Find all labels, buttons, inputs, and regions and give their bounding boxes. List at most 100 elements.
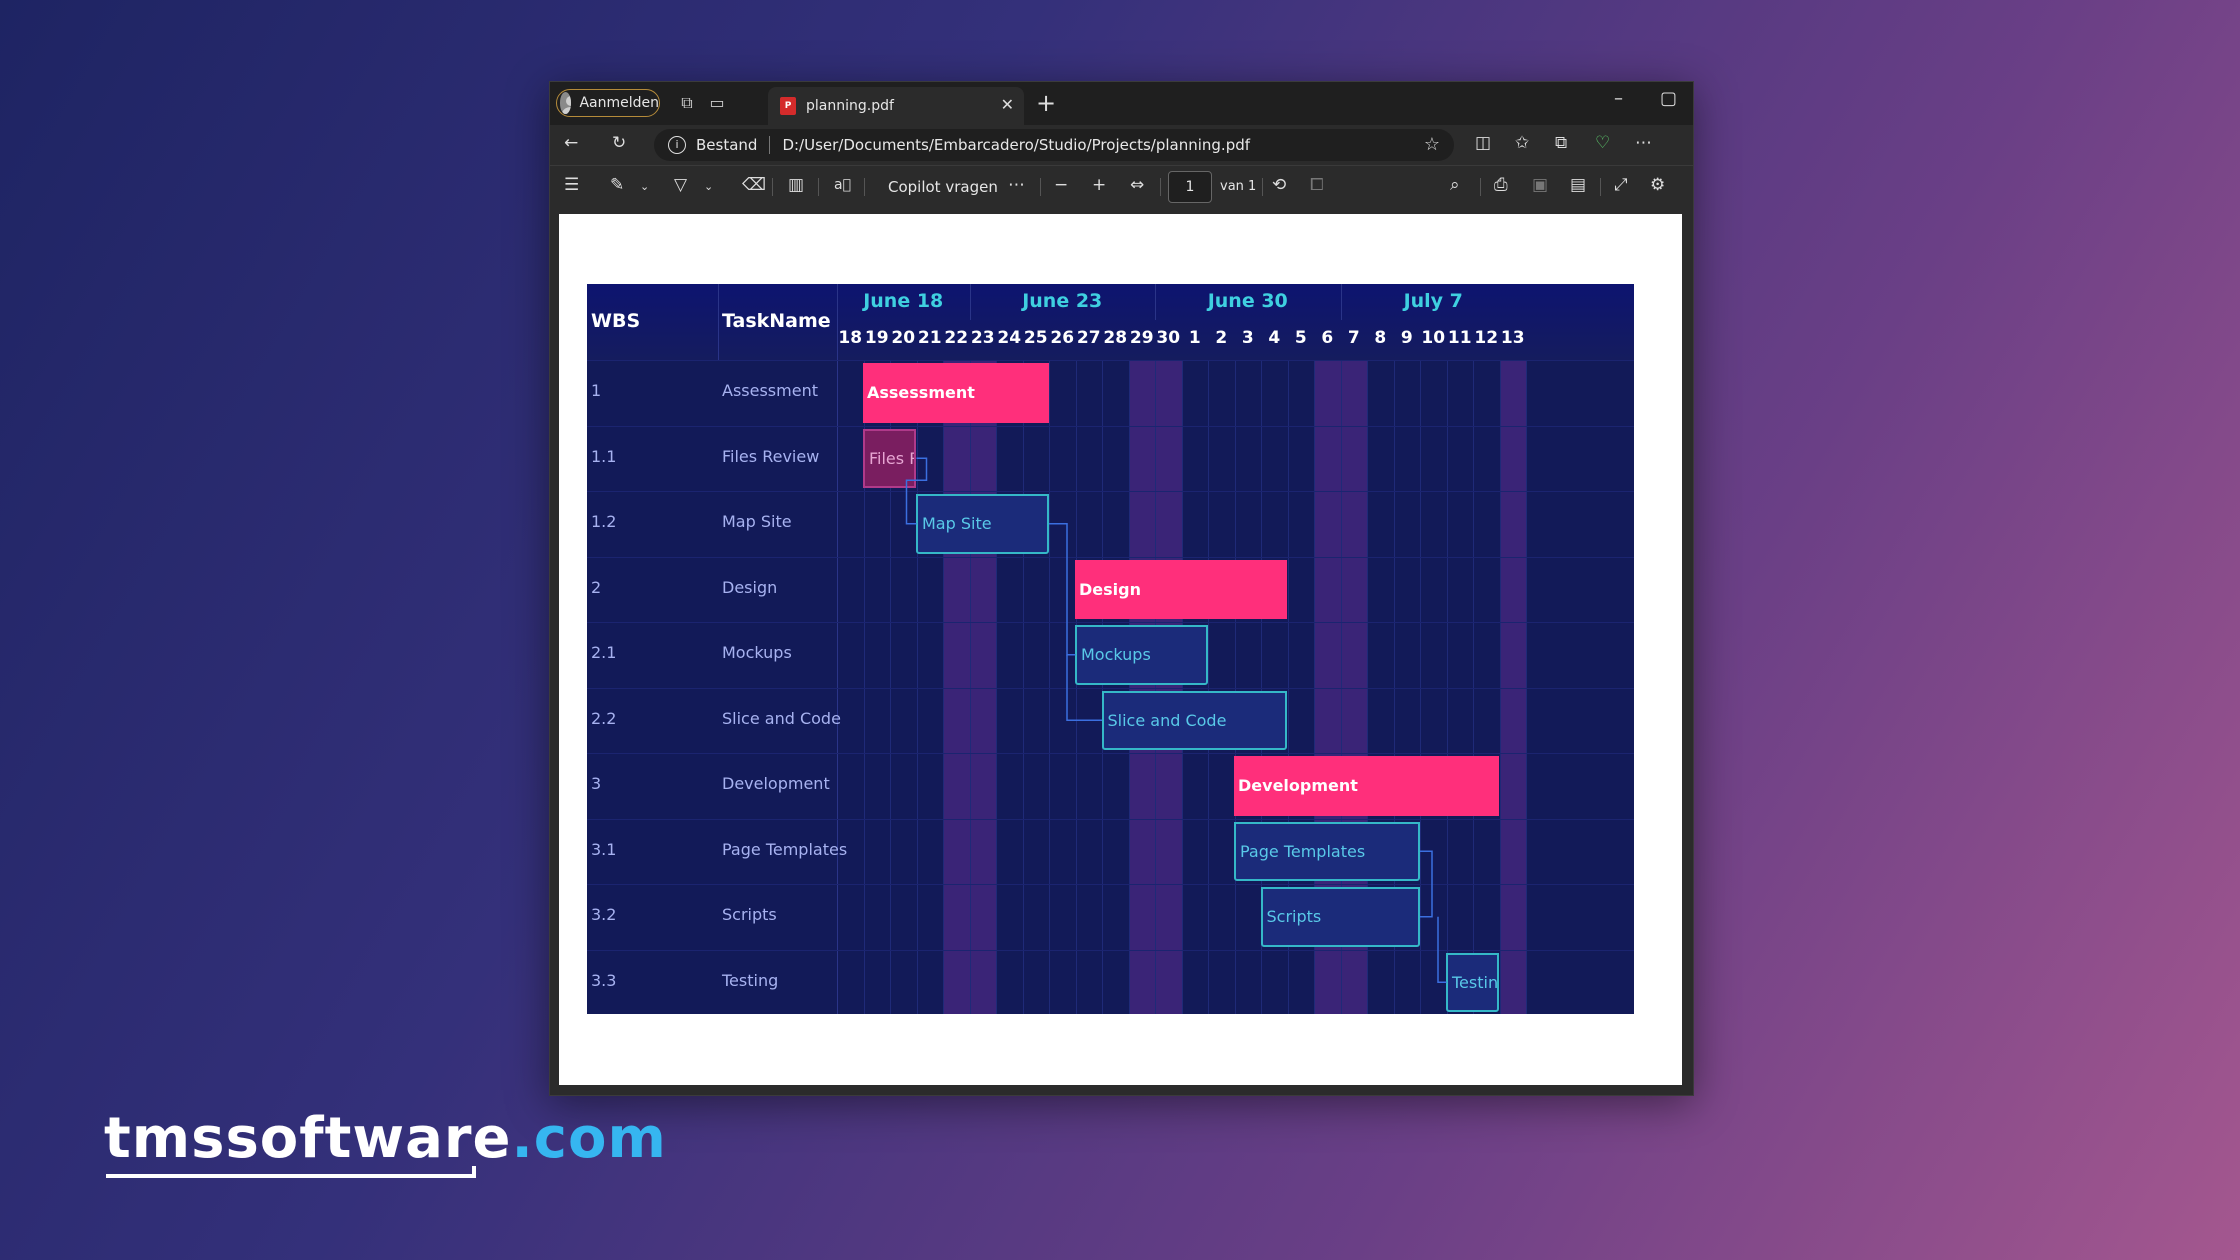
address-bar-row: ← ↻ i Bestand D:/User/Documents/Embarcad… (550, 125, 1693, 165)
day-label: 30 (1156, 328, 1181, 348)
gantt-chart: WBS TaskName June 18 June 23 June 30 July 7… (587, 284, 1634, 1014)
favorites-icon[interactable]: ✩ (1515, 133, 1529, 153)
day-label: 10 (1421, 328, 1446, 348)
header-wbs: WBS (591, 310, 641, 332)
month-label: June 18 (863, 290, 944, 312)
fit-to-width-icon[interactable]: ⇔ (1130, 175, 1144, 195)
toolbar-separator (1040, 178, 1041, 196)
two-page-icon[interactable]: ⧠ (1310, 175, 1324, 195)
day-label: 24 (997, 328, 1022, 348)
more-options-icon[interactable]: ⋯ (1635, 133, 1652, 153)
row-wbs: 2.2 (591, 708, 617, 728)
month-label: June 23 (1022, 290, 1103, 312)
settings-gear-icon[interactable]: ⚙ (1650, 175, 1665, 195)
save-icon[interactable]: ▣ (1532, 175, 1548, 195)
minimize-icon[interactable]: – (1614, 88, 1623, 109)
address-url: D:/User/Documents/Embarcadero/Studio/Pro… (782, 136, 1251, 154)
row-taskname: Testing (722, 970, 779, 990)
summary-bar[interactable]: Development (1234, 756, 1499, 816)
maximize-icon[interactable]: ▢ (1660, 88, 1677, 109)
browser-essentials-icon[interactable]: ♡ (1595, 133, 1610, 153)
row-taskname: Page Templates (722, 839, 848, 859)
refresh-icon[interactable]: ↻ (612, 133, 626, 153)
highlight-dropdown-icon[interactable]: ⌄ (640, 180, 649, 193)
zoom-out-icon[interactable]: − (1054, 175, 1068, 195)
row-taskname: Slice and Code (722, 708, 841, 728)
print-icon[interactable]: ⎙ (1494, 175, 1508, 195)
task-bar[interactable]: Page Templates (1234, 821, 1420, 881)
zoom-in-icon[interactable]: + (1092, 175, 1106, 195)
task-bar[interactable]: Scripts (1260, 887, 1420, 947)
day-label: 23 (970, 328, 995, 348)
draw-dropdown-icon[interactable]: ⌄ (704, 180, 713, 193)
row-taskname: Map Site (722, 512, 792, 531)
day-label: 12 (1474, 328, 1499, 348)
page-view-icon[interactable]: ▥ (788, 175, 804, 195)
page-total-label: van 1 (1220, 179, 1257, 194)
row-wbs: 2 (591, 577, 602, 597)
avatar-icon (560, 92, 572, 114)
vertical-tabs-icon[interactable]: ▭ (706, 92, 728, 114)
address-separator (769, 136, 771, 154)
brand-part2: .com (511, 1106, 667, 1171)
toolbar-separator (1160, 178, 1161, 196)
toolbar-separator (1600, 178, 1601, 196)
summary-bar[interactable]: Assessment (863, 363, 1049, 423)
translate-icon[interactable]: a⃕ (834, 177, 851, 193)
day-label: 27 (1076, 328, 1101, 348)
day-label: 29 (1129, 328, 1154, 348)
more-tools-icon[interactable]: ⋯ (1008, 175, 1025, 195)
search-icon[interactable]: ⌕ (1450, 175, 1460, 195)
highlight-icon[interactable]: ✎ (610, 175, 624, 195)
row-wbs: 3.1 (591, 839, 617, 859)
copilot-button[interactable]: Copilot vragen (888, 178, 998, 196)
summary-bar[interactable]: Design (1075, 559, 1287, 619)
toolbar-separator (818, 178, 819, 196)
day-label: 25 (1023, 328, 1048, 348)
day-label: 28 (1103, 328, 1128, 348)
task-bar[interactable]: Files R (863, 428, 916, 488)
month-separator (1340, 284, 1342, 320)
address-bar[interactable]: i Bestand D:/User/Documents/Embarcadero/… (654, 129, 1454, 161)
info-icon[interactable]: i (668, 136, 686, 154)
back-icon[interactable]: ← (564, 133, 578, 153)
page-number-input[interactable]: 1 (1168, 171, 1212, 203)
draw-icon[interactable]: ▽ (674, 175, 687, 195)
day-label: 21 (917, 328, 942, 348)
row-wbs: 3 (591, 774, 602, 793)
row-wbs: 3.3 (591, 970, 617, 990)
day-label: 20 (891, 328, 916, 348)
save-as-icon[interactable]: ▤ (1570, 175, 1586, 195)
eraser-icon[interactable]: ⌫ (742, 175, 766, 195)
toolbar-separator (864, 178, 865, 196)
collections-toolbar-icon[interactable]: ⧉ (1555, 133, 1567, 153)
close-tab-icon[interactable]: ✕ (1001, 95, 1014, 114)
month-separator (969, 284, 971, 320)
favorite-star-icon[interactable]: ☆ (1424, 134, 1440, 155)
collections-icon[interactable]: ⧉ (676, 92, 698, 114)
row-wbs: 1.2 (591, 512, 617, 531)
day-label: 19 (864, 328, 889, 348)
tab-bar: Aanmelden ⧉ ▭ P planning.pdf ✕ + – ▢ (550, 82, 1693, 125)
task-bar[interactable]: Testin (1446, 952, 1499, 1012)
browser-window: Aanmelden ⧉ ▭ P planning.pdf ✕ + – ▢ ← ↻… (549, 81, 1694, 1096)
profile-button[interactable]: Aanmelden (556, 89, 660, 117)
pdf-file-icon: P (780, 97, 796, 115)
row-taskname: Assessment (722, 381, 818, 400)
task-bar[interactable]: Mockups (1075, 625, 1208, 685)
row-wbs: 1 (591, 381, 602, 400)
rotate-icon[interactable]: ⟲ (1272, 175, 1286, 195)
tab-planning-pdf[interactable]: P planning.pdf ✕ (768, 87, 1024, 125)
day-label: 22 (944, 328, 969, 348)
day-label: 18 (838, 328, 863, 348)
logo-underline-tick (472, 1166, 476, 1178)
new-tab-icon[interactable]: + (1036, 89, 1056, 117)
month-label: July 7 (1403, 290, 1463, 312)
split-screen-icon[interactable]: ◫ (1475, 133, 1491, 153)
fullscreen-icon[interactable]: ⤢ (1614, 175, 1628, 195)
contents-icon[interactable]: ☰ (564, 175, 579, 195)
task-bar[interactable]: Map Site (916, 494, 1049, 554)
task-bar[interactable]: Slice and Code (1101, 690, 1287, 750)
tab-title: planning.pdf (806, 98, 894, 114)
row-wbs: 2.1 (591, 643, 617, 662)
